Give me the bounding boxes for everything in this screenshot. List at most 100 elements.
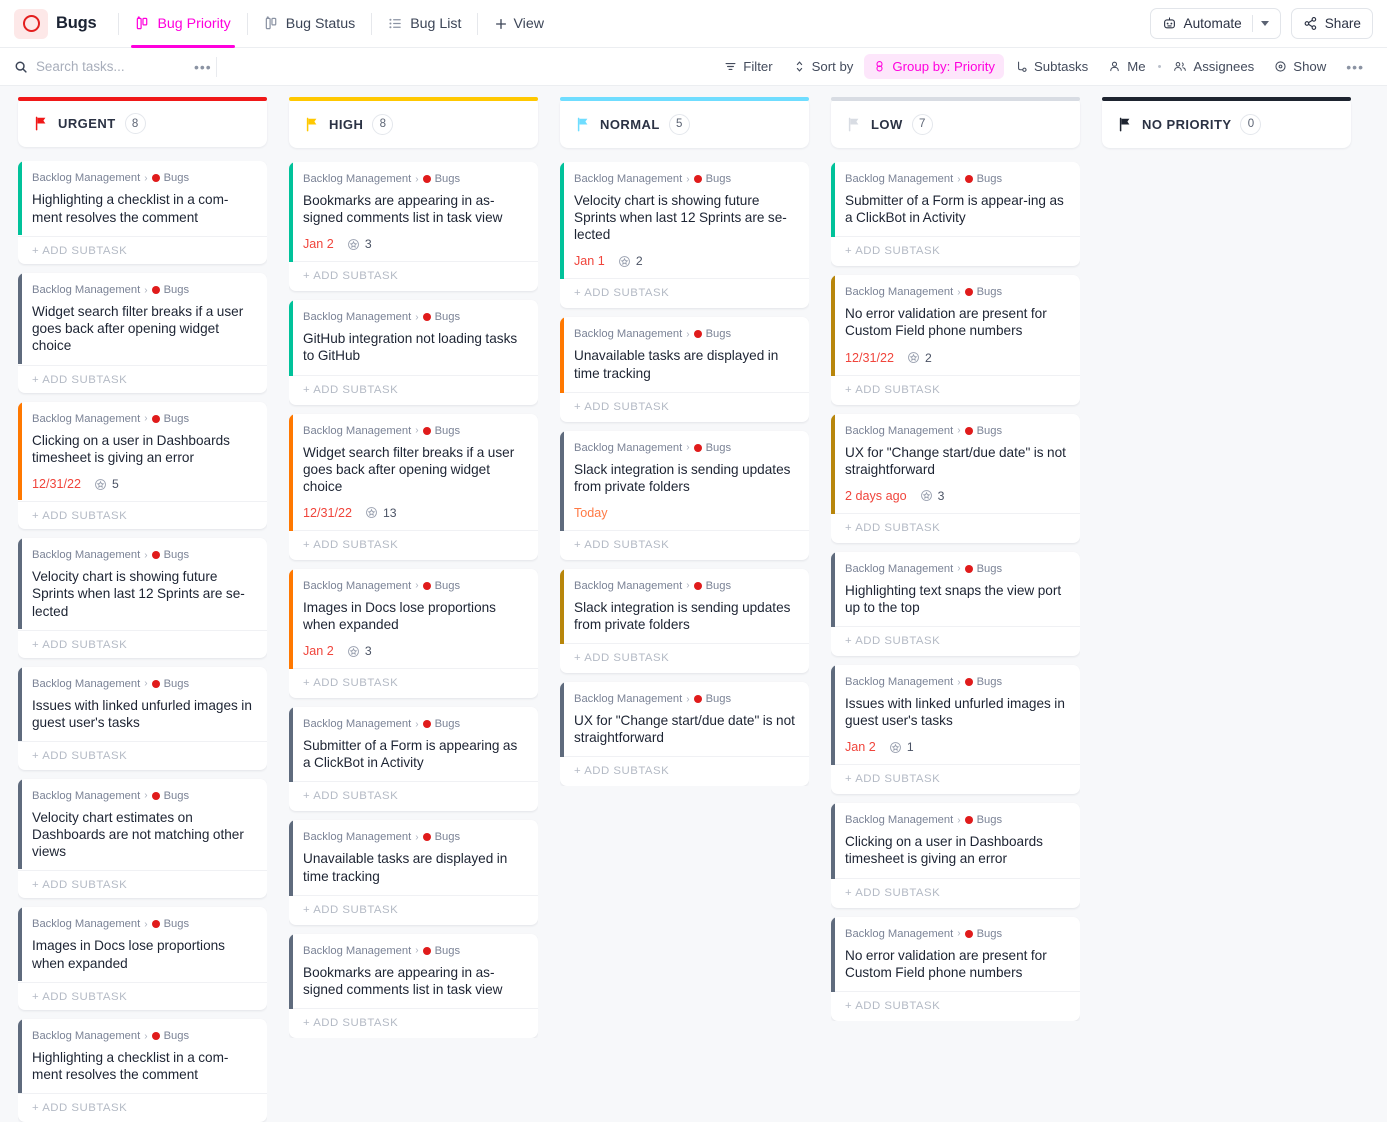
column-header[interactable]: LOW 7 xyxy=(831,97,1080,148)
add-subtask-button[interactable]: + ADD SUBTASK xyxy=(831,877,1080,908)
breadcrumb[interactable]: Backlog Management › Bugs xyxy=(574,442,795,454)
due-date[interactable]: Jan 1 xyxy=(574,254,605,268)
toolbar-overflow-button[interactable]: ••• xyxy=(1337,54,1373,79)
add-subtask-button[interactable]: + ADD SUBTASK xyxy=(831,990,1080,1021)
breadcrumb[interactable]: Backlog Management › Bugs xyxy=(32,172,253,184)
breadcrumb[interactable]: Backlog Management › Bugs xyxy=(303,718,524,730)
task-card[interactable]: Backlog Management › Bugs Slack integrat… xyxy=(560,568,809,674)
breadcrumb[interactable]: Backlog Management › Bugs xyxy=(845,563,1066,575)
add-subtask-button[interactable]: + ADD SUBTASK xyxy=(831,236,1080,266)
task-card[interactable]: Backlog Management › Bugs Bookmarks are … xyxy=(289,162,538,292)
breadcrumb[interactable]: Backlog Management › Bugs xyxy=(303,425,524,437)
add-subtask-button[interactable]: + ADD SUBTASK xyxy=(560,278,809,308)
breadcrumb[interactable]: Backlog Management › Bugs xyxy=(303,831,524,843)
task-card[interactable]: Backlog Management › Bugs Bookmarks are … xyxy=(289,933,538,1038)
task-card[interactable]: Backlog Management › Bugs Velocity chart… xyxy=(560,162,809,309)
breadcrumb[interactable]: Backlog Management › Bugs xyxy=(845,173,1066,185)
breadcrumb[interactable]: Backlog Management › Bugs xyxy=(574,328,795,340)
add-subtask-button[interactable]: + ADD SUBTASK xyxy=(18,741,267,770)
task-card[interactable]: Backlog Management › Bugs Clicking on a … xyxy=(831,803,1080,908)
task-card[interactable]: Backlog Management › Bugs UX for "Change… xyxy=(831,413,1080,543)
add-subtask-button[interactable]: + ADD SUBTASK xyxy=(18,1093,267,1122)
add-subtask-button[interactable]: + ADD SUBTASK xyxy=(18,235,267,265)
subtask-count[interactable]: 2 xyxy=(618,254,643,268)
add-subtask-button[interactable]: + ADD SUBTASK xyxy=(831,512,1080,543)
subtasks-button[interactable]: Subtasks xyxy=(1006,54,1097,79)
breadcrumb[interactable]: Backlog Management › Bugs xyxy=(845,676,1066,688)
add-subtask-button[interactable]: + ADD SUBTASK xyxy=(289,374,538,405)
add-subtask-button[interactable]: + ADD SUBTASK xyxy=(289,668,538,698)
add-subtask-button[interactable]: + ADD SUBTASK xyxy=(831,626,1080,656)
add-subtask-button[interactable]: + ADD SUBTASK xyxy=(289,1007,538,1038)
add-subtask-button[interactable]: + ADD SUBTASK xyxy=(18,501,267,529)
due-date[interactable]: 12/31/22 xyxy=(303,506,352,520)
breadcrumb[interactable]: Backlog Management › Bugs xyxy=(303,580,524,592)
breadcrumb[interactable]: Backlog Management › Bugs xyxy=(303,173,524,185)
due-date[interactable]: 2 days ago xyxy=(845,489,907,503)
due-date[interactable]: Jan 2 xyxy=(303,237,334,251)
subtask-count[interactable]: 3 xyxy=(347,644,372,658)
add-view-button[interactable]: View xyxy=(488,0,550,48)
add-subtask-button[interactable]: + ADD SUBTASK xyxy=(18,364,267,393)
add-subtask-button[interactable]: + ADD SUBTASK xyxy=(560,756,809,786)
due-date[interactable]: 12/31/22 xyxy=(845,351,894,365)
sort-by-button[interactable]: Sort by xyxy=(784,54,863,79)
task-card[interactable]: Backlog Management › Bugs UX for "Change… xyxy=(560,682,809,787)
automate-button[interactable]: Automate xyxy=(1149,8,1281,39)
column-header[interactable]: URGENT 8 xyxy=(18,96,267,148)
task-card[interactable]: Backlog Management › Bugs Clicking on a … xyxy=(18,401,267,530)
task-card[interactable]: Backlog Management › Bugs Issues with li… xyxy=(831,665,1080,795)
add-subtask-button[interactable]: + ADD SUBTASK xyxy=(289,261,538,291)
breadcrumb[interactable]: Backlog Management › Bugs xyxy=(574,173,795,185)
chevron-down-icon[interactable] xyxy=(1260,21,1269,26)
add-subtask-button[interactable]: + ADD SUBTASK xyxy=(560,391,809,422)
task-card[interactable]: Backlog Management › Bugs Slack integrat… xyxy=(560,430,809,560)
breadcrumb[interactable]: Backlog Management › Bugs xyxy=(574,693,795,705)
breadcrumb[interactable]: Backlog Management › Bugs xyxy=(845,425,1066,437)
task-card[interactable]: Backlog Management › Bugs Velocity chart… xyxy=(18,538,267,658)
task-card[interactable]: Backlog Management › Bugs Highlighting t… xyxy=(831,551,1080,656)
add-subtask-button[interactable]: + ADD SUBTASK xyxy=(289,529,538,560)
breadcrumb[interactable]: Backlog Management › Bugs xyxy=(845,286,1066,298)
task-card[interactable]: Backlog Management › Bugs Issues with li… xyxy=(18,666,267,770)
subtask-count[interactable]: 3 xyxy=(920,489,944,503)
breadcrumb[interactable]: Backlog Management › Bugs xyxy=(303,945,524,957)
show-button[interactable]: Show xyxy=(1265,54,1335,79)
add-subtask-button[interactable]: + ADD SUBTASK xyxy=(831,374,1080,405)
task-card[interactable]: Backlog Management › Bugs No error valid… xyxy=(831,916,1080,1021)
task-card[interactable]: Backlog Management › Bugs Highlighting a… xyxy=(18,1019,267,1122)
subtask-count[interactable]: 1 xyxy=(889,740,914,754)
task-card[interactable]: Backlog Management › Bugs Widget search … xyxy=(18,273,267,393)
due-date[interactable]: Today xyxy=(574,506,608,520)
due-date[interactable]: Jan 2 xyxy=(845,740,876,754)
add-subtask-button[interactable]: + ADD SUBTASK xyxy=(18,870,267,898)
assignees-button[interactable]: Assignees xyxy=(1164,54,1263,79)
task-card[interactable]: Backlog Management › Bugs Submitter of a… xyxy=(831,162,1080,267)
filter-button[interactable]: Filter xyxy=(715,54,781,79)
subtask-count[interactable]: 3 xyxy=(347,237,372,251)
search-more-icon[interactable]: ••• xyxy=(194,59,212,75)
subtask-count[interactable]: 2 xyxy=(907,351,932,365)
breadcrumb[interactable]: Backlog Management › Bugs xyxy=(303,311,524,323)
task-card[interactable]: Backlog Management › Bugs Unavailable ta… xyxy=(560,317,809,422)
breadcrumb[interactable]: Backlog Management › Bugs xyxy=(32,790,253,802)
subtask-count[interactable]: 5 xyxy=(94,477,119,491)
task-card[interactable]: Backlog Management › Bugs Images in Docs… xyxy=(289,568,538,699)
add-subtask-button[interactable]: + ADD SUBTASK xyxy=(560,643,809,673)
breadcrumb[interactable]: Backlog Management › Bugs xyxy=(845,928,1066,940)
task-card[interactable]: Backlog Management › Bugs Velocity chart… xyxy=(18,778,267,899)
breadcrumb[interactable]: Backlog Management › Bugs xyxy=(32,549,253,561)
breadcrumb[interactable]: Backlog Management › Bugs xyxy=(32,284,253,296)
add-subtask-button[interactable]: + ADD SUBTASK xyxy=(289,894,538,925)
add-subtask-button[interactable]: + ADD SUBTASK xyxy=(560,529,809,560)
tab-bug-list[interactable]: Bug List xyxy=(382,0,467,48)
task-card[interactable]: Backlog Management › Bugs Highlighting a… xyxy=(18,161,267,265)
task-card[interactable]: Backlog Management › Bugs Unavailable ta… xyxy=(289,820,538,925)
share-button[interactable]: Share xyxy=(1290,8,1373,39)
subtask-count[interactable]: 13 xyxy=(365,506,397,520)
space-logo[interactable] xyxy=(14,8,48,39)
column-header[interactable]: NO PRIORITY 0 xyxy=(1102,97,1351,148)
add-subtask-button[interactable]: + ADD SUBTASK xyxy=(18,981,267,1011)
breadcrumb[interactable]: Backlog Management › Bugs xyxy=(32,413,253,425)
column-header[interactable]: NORMAL 5 xyxy=(560,97,809,148)
